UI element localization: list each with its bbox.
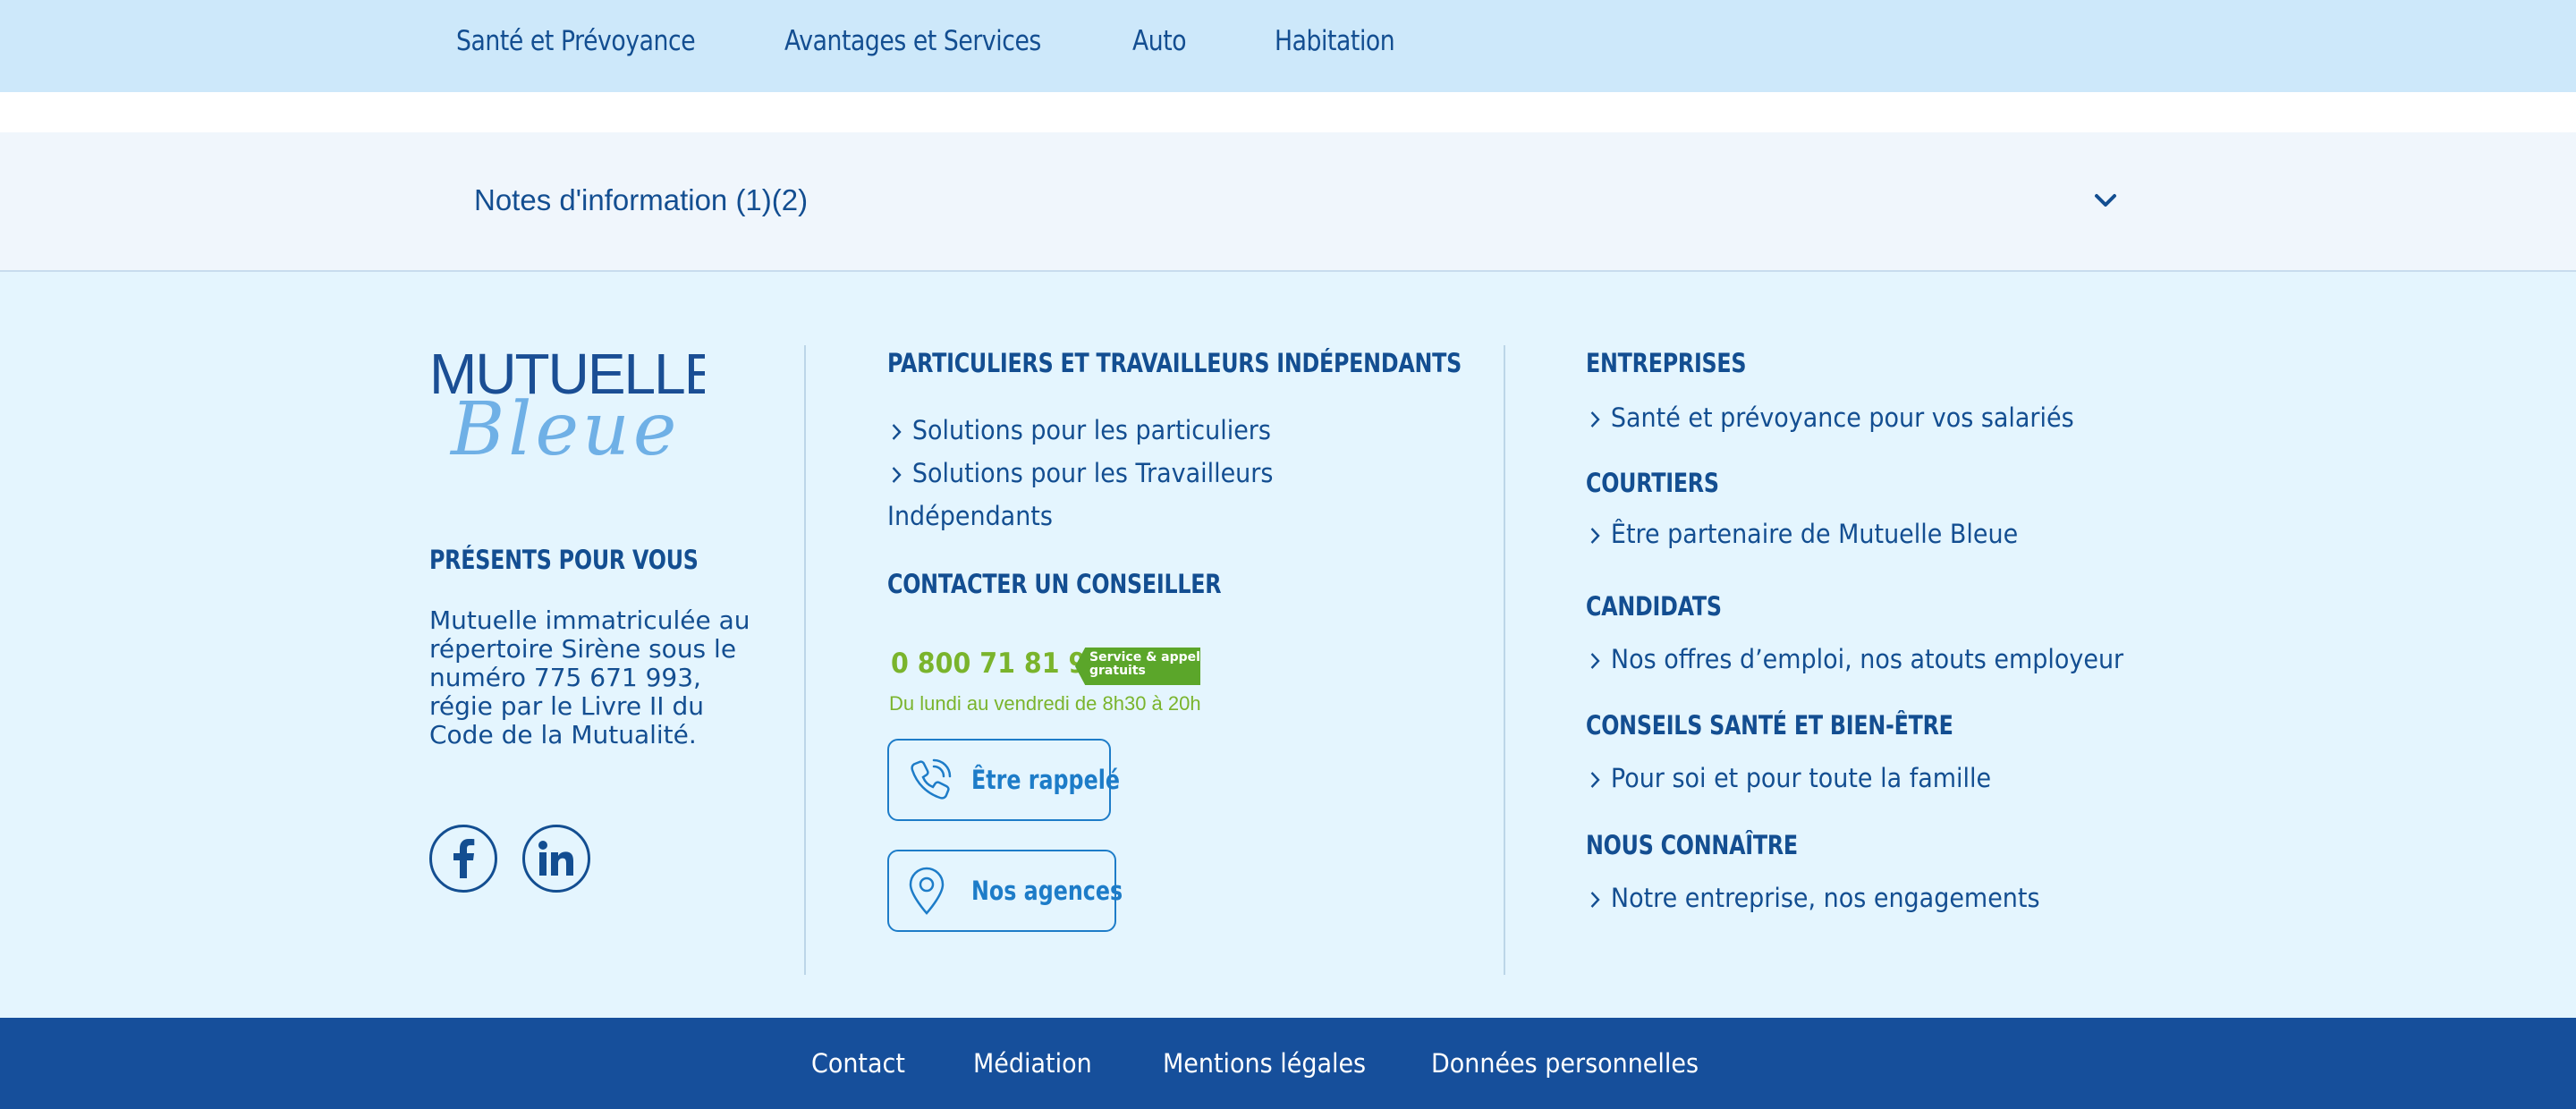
link-connaitre[interactable]: Notre entreprise, nos engagements	[1586, 883, 2040, 913]
facebook-icon	[453, 839, 475, 878]
entreprises-heading: ENTREPRISES	[1586, 348, 1747, 378]
link-courtiers-label: Être partenaire de Mutuelle Bleue	[1610, 519, 2019, 549]
phone-number-banner[interactable]: 0 800 71 81 91 Service & appel gratuits	[887, 646, 1204, 687]
nav-item-sante-prevoyance[interactable]: Santé et Prévoyance	[456, 25, 696, 57]
legal-link-mentions[interactable]: Mentions légales	[1163, 1048, 1366, 1079]
particuliers-heading: PARTICULIERS ET TRAVAILLEURS INDÉPENDANT…	[887, 348, 1462, 378]
notes-information-label: Notes d'information (1)(2)	[474, 183, 809, 216]
link-conseils[interactable]: Pour soi et pour toute la famille	[1586, 763, 1991, 793]
chevron-right-icon	[892, 467, 902, 483]
link-candidats[interactable]: Nos offres d’emploi, nos atouts employeu…	[1586, 644, 2123, 674]
chevron-right-icon	[892, 424, 902, 440]
courtiers-heading: COURTIERS	[1586, 468, 1719, 498]
top-navigation: Santé et Prévoyance Avantages et Service…	[0, 0, 2576, 92]
link-connaitre-label: Notre entreprise, nos engagements	[1610, 883, 2040, 913]
link-solutions-travailleurs[interactable]: Solutions pour les Travailleurs	[887, 458, 1273, 488]
link-entreprises-label: Santé et prévoyance pour vos salariés	[1610, 402, 2074, 433]
link-solutions-particuliers-label: Solutions pour les particuliers	[911, 415, 1271, 445]
callback-label: Être rappelé	[971, 765, 1120, 795]
legal-link-donnees[interactable]: Données personnelles	[1431, 1048, 1699, 1079]
chevron-right-icon	[1590, 892, 1600, 908]
mutuelle-bleue-logo[interactable]: Mutuelle Bleue	[428, 342, 722, 472]
chevron-right-icon	[1590, 411, 1600, 428]
map-pin-icon	[909, 867, 945, 915]
facebook-button[interactable]	[429, 825, 497, 893]
badge-line-2: gratuits	[1089, 664, 1146, 678]
conseils-heading: CONSEILS SANTÉ ET BIEN-ÊTRE	[1586, 710, 1953, 741]
chevron-right-icon	[1590, 653, 1600, 669]
link-candidats-label: Nos offres d’emploi, nos atouts employeu…	[1610, 644, 2124, 674]
candidats-heading: CANDIDATS	[1586, 591, 1722, 622]
chevron-right-icon	[1590, 528, 1600, 544]
presents-text: Mutuelle immatriculée au répertoire Sirè…	[429, 605, 750, 749]
badge-line-1: Service & appel	[1089, 650, 1200, 665]
chevron-down-icon[interactable]	[2094, 191, 2117, 209]
phone-call-icon	[911, 758, 952, 800]
link-entreprises[interactable]: Santé et prévoyance pour vos salariés	[1586, 402, 2074, 433]
nav-item-habitation[interactable]: Habitation	[1275, 25, 1395, 57]
link-courtiers[interactable]: Être partenaire de Mutuelle Bleue	[1586, 519, 2018, 549]
free-service-badge: Service & appel gratuits	[1075, 648, 1200, 685]
contact-heading: CONTACTER UN CONSEILLER	[887, 569, 1222, 599]
linkedin-icon	[538, 841, 573, 876]
legal-bar: Contact Médiation Mentions légales Donné…	[0, 1018, 2576, 1109]
site-footer	[0, 272, 2576, 1018]
linkedin-button[interactable]	[522, 825, 590, 893]
logo-text-bleue: Bleue	[449, 387, 680, 465]
phone-hours: Du lundi au vendredi de 8h30 à 20h	[889, 692, 1201, 715]
footer-divider-right	[1504, 345, 1505, 975]
link-solutions-independants[interactable]: Indépendants	[887, 501, 1053, 531]
presents-heading: PRÉSENTS POUR VOUS	[429, 545, 699, 575]
notes-information-accordion[interactable]: Notes d'information (1)(2)	[0, 132, 2576, 272]
agencies-label: Nos agences	[971, 876, 1123, 906]
agencies-button[interactable]: Nos agences	[887, 850, 1123, 932]
nav-item-avantages-services[interactable]: Avantages et Services	[784, 25, 1041, 57]
chevron-right-icon	[1590, 772, 1600, 788]
connaitre-heading: NOUS CONNAÎTRE	[1586, 830, 1798, 860]
link-conseils-label: Pour soi et pour toute la famille	[1610, 763, 1992, 793]
legal-link-mediation[interactable]: Médiation	[973, 1048, 1092, 1079]
callback-button[interactable]: Être rappelé	[887, 739, 1120, 821]
link-solutions-particuliers[interactable]: Solutions pour les particuliers	[887, 415, 1271, 445]
legal-link-contact[interactable]: Contact	[811, 1048, 905, 1079]
phone-number: 0 800 71 81 91	[891, 648, 1105, 680]
link-solutions-travailleurs-label: Solutions pour les Travailleurs	[911, 458, 1274, 488]
nav-item-auto[interactable]: Auto	[1132, 25, 1187, 57]
footer-divider-left	[804, 345, 806, 975]
